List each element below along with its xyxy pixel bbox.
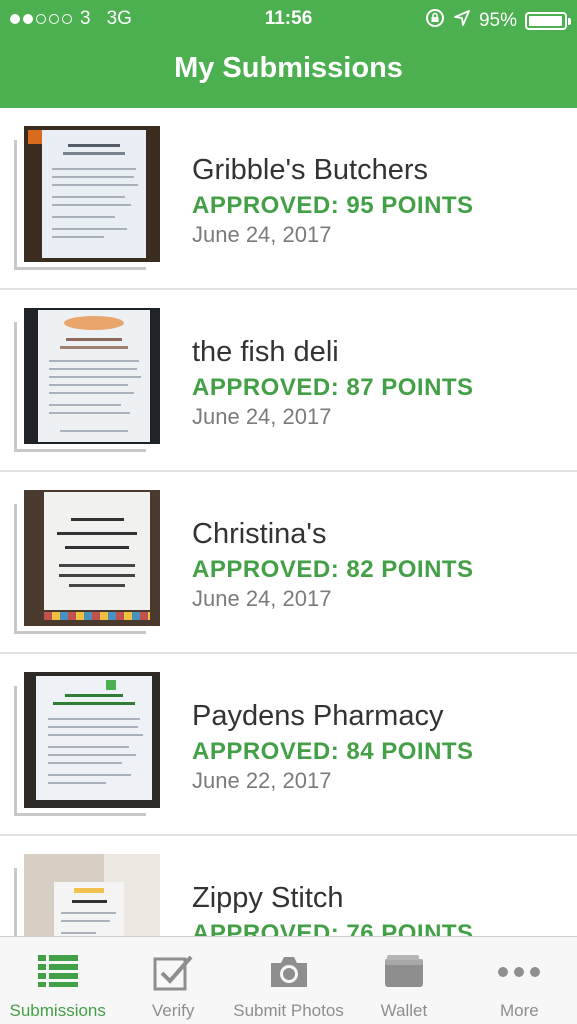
checkbox-icon [153, 955, 193, 996]
submission-row[interactable]: Christina's APPROVED: 82 POINTS June 24,… [0, 472, 577, 654]
submission-status: APPROVED: 76 POINTS [192, 920, 474, 936]
location-arrow-icon [453, 9, 471, 33]
tab-label: Wallet [380, 1001, 428, 1020]
submission-row[interactable]: Zippy Stitch APPROVED: 76 POINTS [0, 836, 577, 936]
submission-name: Paydens Pharmacy [192, 700, 444, 732]
tab-submissions[interactable]: Submissions [0, 937, 115, 1024]
submission-name: Zippy Stitch [192, 882, 344, 914]
camera-icon [269, 955, 309, 994]
submission-thumbnail [14, 672, 160, 816]
list-icon [37, 955, 78, 992]
submission-thumbnail [14, 490, 160, 634]
submission-row[interactable]: Gribble's Butchers APPROVED: 95 POINTS J… [0, 108, 577, 290]
tab-more[interactable]: More [462, 937, 577, 1024]
tab-label: Submissions [9, 1001, 106, 1020]
submission-name: Christina's [192, 518, 327, 550]
tab-wallet[interactable]: Wallet [346, 937, 461, 1024]
submission-name: the fish deli [192, 336, 339, 368]
app-screen: 3 3G 11:56 95% My Submissions Gribble's … [0, 0, 577, 1024]
tab-submit-photos[interactable]: Submit Photos [231, 937, 346, 1024]
tab-bar: Submissions Verify Submit Photos Wallet … [0, 936, 577, 1024]
submission-row[interactable]: Paydens Pharmacy APPROVED: 84 POINTS Jun… [0, 654, 577, 836]
submission-status: APPROVED: 87 POINTS [192, 374, 474, 401]
submission-date: June 24, 2017 [192, 222, 332, 247]
tab-label: Submit Photos [233, 1001, 344, 1020]
battery-icon [525, 12, 571, 30]
tab-label: More [499, 1001, 539, 1020]
tab-label: Verify [151, 1001, 195, 1020]
battery-percent: 95% [478, 10, 517, 31]
status-right: 95% [425, 8, 571, 34]
submission-row[interactable]: the fish deli APPROVED: 87 POINTS June 2… [0, 290, 577, 472]
tab-verify[interactable]: Verify [115, 937, 230, 1024]
submission-thumbnail [14, 126, 160, 270]
submission-status: APPROVED: 84 POINTS [192, 738, 474, 765]
page-title: My Submissions [174, 52, 403, 84]
submission-thumbnail [14, 308, 160, 452]
submission-thumbnail [14, 854, 160, 936]
submissions-list: Gribble's Butchers APPROVED: 95 POINTS J… [0, 108, 577, 936]
rotation-lock-icon [425, 8, 445, 34]
wallet-icon [383, 955, 425, 994]
status-bar: 3 3G 11:56 95% [0, 0, 577, 40]
submission-date: June 24, 2017 [192, 404, 332, 429]
submission-date: June 22, 2017 [192, 768, 332, 793]
submission-status: APPROVED: 82 POINTS [192, 556, 474, 583]
submission-status: APPROVED: 95 POINTS [192, 192, 474, 219]
submission-name: Gribble's Butchers [192, 154, 429, 186]
more-dots-icon [497, 963, 541, 983]
submission-date: June 24, 2017 [192, 586, 332, 611]
top-bar: 3 3G 11:56 95% My Submissions [0, 0, 577, 108]
